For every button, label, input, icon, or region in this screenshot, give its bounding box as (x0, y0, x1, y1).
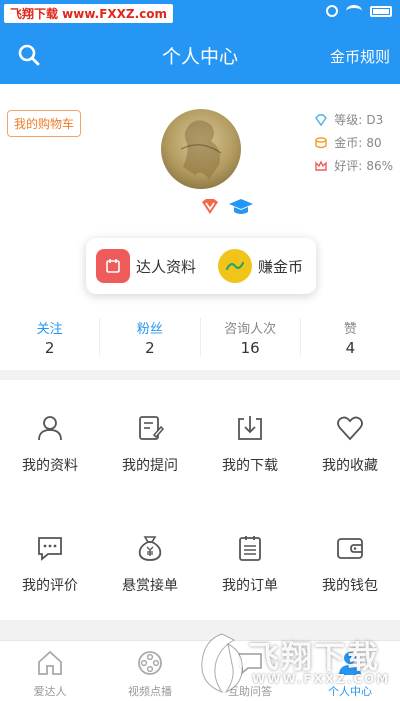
expert-profile-button[interactable]: 达人资料 (86, 238, 210, 294)
coin-icon (315, 136, 327, 148)
earn-coins-label: 赚金币 (258, 257, 304, 276)
tab-home[interactable]: 爱达人 (0, 641, 100, 701)
stat-level-label: 等级: (334, 113, 363, 127)
count-fans[interactable]: 粉丝 2 (100, 318, 201, 357)
crown-icon (315, 159, 327, 171)
follow-counts: 关注 2 粉丝 2 咨询人次 16 赞 4 (0, 318, 400, 357)
person-icon (38, 416, 62, 441)
person-icon (339, 652, 361, 675)
count-following-label: 关注 (36, 322, 63, 337)
bottom-divider (0, 620, 400, 640)
grid-my-reviews[interactable]: 我的评价 (0, 500, 100, 620)
count-likes-label: 赞 (343, 322, 357, 337)
expert-profile-label: 达人资料 (136, 257, 197, 276)
user-stats: 等级: D3 金币: 80 好评: 86% (314, 108, 393, 177)
grid-my-questions[interactable]: 我的提问 (100, 380, 200, 500)
stat-coins-label: 金币: (334, 136, 363, 150)
stat-level: 等级: D3 (314, 108, 393, 131)
heart-icon (337, 416, 363, 441)
coin-rules-link[interactable]: 金币规则 (330, 46, 390, 67)
watermark-top: 飞翔下载 www.FXXZ.com (4, 4, 174, 23)
wifi-icon (346, 5, 362, 17)
count-likes[interactable]: 赞 4 (301, 318, 400, 357)
comment-icon (38, 537, 62, 561)
stat-rating: 好评: 86% (314, 154, 393, 177)
tab-home-label: 爱达人 (33, 685, 67, 698)
home-icon (38, 650, 62, 675)
battery-icon (370, 5, 392, 17)
action-card: 达人资料 赚金币 (86, 238, 316, 294)
question-edit-icon (139, 416, 165, 440)
function-grid: 我的资料 我的提问 我的下载 我的收藏 我的评价 悬赏接单 我的订单 我的钱包 (0, 380, 400, 620)
avatar-image (180, 120, 222, 179)
grid-my-wallet-label: 我的钱包 (322, 578, 378, 594)
count-likes-value: 4 (345, 339, 356, 357)
grid-my-favorites[interactable]: 我的收藏 (300, 380, 400, 500)
grid-my-profile[interactable]: 我的资料 (0, 380, 100, 500)
grid-bounty-orders-label: 悬赏接单 (122, 578, 178, 594)
tab-qa-label: 互助问答 (228, 685, 272, 698)
count-consultations-value: 16 (240, 339, 260, 357)
profile-section: 我的购物车 等级: D3 金币: 80 好评: 86% 达人资料 赚金币 关注 … (0, 84, 400, 370)
grid-my-downloads[interactable]: 我的下载 (200, 380, 300, 500)
stat-rating-label: 好评: (334, 159, 363, 173)
tab-profile[interactable]: 个人中心 (300, 641, 400, 701)
money-bag-icon (138, 536, 162, 561)
count-consultations-label: 咨询人次 (224, 322, 277, 337)
graduation-cap-icon (229, 199, 253, 214)
grid-my-wallet[interactable]: 我的钱包 (300, 500, 400, 620)
tab-profile-label: 个人中心 (328, 685, 372, 698)
grid-my-reviews-label: 我的评价 (22, 578, 78, 594)
film-reel-icon (138, 651, 162, 675)
grid-my-orders-label: 我的订单 (222, 578, 278, 594)
wallet-icon (337, 538, 363, 559)
section-divider (0, 370, 400, 380)
badges (200, 197, 254, 217)
tab-qa[interactable]: 互助问答 (200, 641, 300, 701)
stat-coins: 金币: 80 (314, 131, 393, 154)
profile-card-icon (96, 249, 130, 283)
shopping-cart-button[interactable]: 我的购物车 (7, 110, 82, 137)
tab-video[interactable]: 视频点播 (100, 641, 200, 701)
avatar[interactable] (161, 109, 241, 189)
earn-coin-icon (218, 249, 252, 283)
grid-bounty-orders[interactable]: 悬赏接单 (100, 500, 200, 620)
heart-badge-icon (202, 199, 218, 214)
app-header: 个人中心 金币规则 (0, 28, 400, 84)
status-icons (326, 5, 392, 17)
stat-rating-value: 86% (366, 158, 393, 173)
stat-coins-value: 80 (366, 135, 382, 150)
count-following[interactable]: 关注 2 (0, 318, 101, 357)
diamond-icon (315, 113, 328, 126)
grid-my-profile-label: 我的资料 (22, 458, 78, 474)
stat-level-value: D3 (366, 112, 384, 127)
grid-my-downloads-label: 我的下载 (222, 458, 278, 474)
download-icon (238, 416, 262, 440)
grid-my-questions-label: 我的提问 (122, 458, 178, 474)
grid-my-favorites-label: 我的收藏 (322, 458, 378, 474)
count-fans-value: 2 (145, 339, 155, 357)
bottom-tab-bar: 爱达人 视频点播 互助问答 个人中心 (0, 640, 400, 701)
count-consultations[interactable]: 咨询人次 16 (201, 318, 301, 357)
alarm-icon (326, 5, 338, 17)
grid-my-orders[interactable]: 我的订单 (200, 500, 300, 620)
order-list-icon (239, 536, 261, 561)
chat-icon (238, 653, 262, 675)
count-fans-label: 粉丝 (136, 322, 163, 337)
count-following-value: 2 (44, 339, 55, 357)
status-bar: 飞翔下载 www.FXXZ.com (0, 0, 400, 28)
earn-coins-button[interactable]: 赚金币 (210, 238, 303, 294)
tab-video-label: 视频点播 (128, 685, 172, 698)
